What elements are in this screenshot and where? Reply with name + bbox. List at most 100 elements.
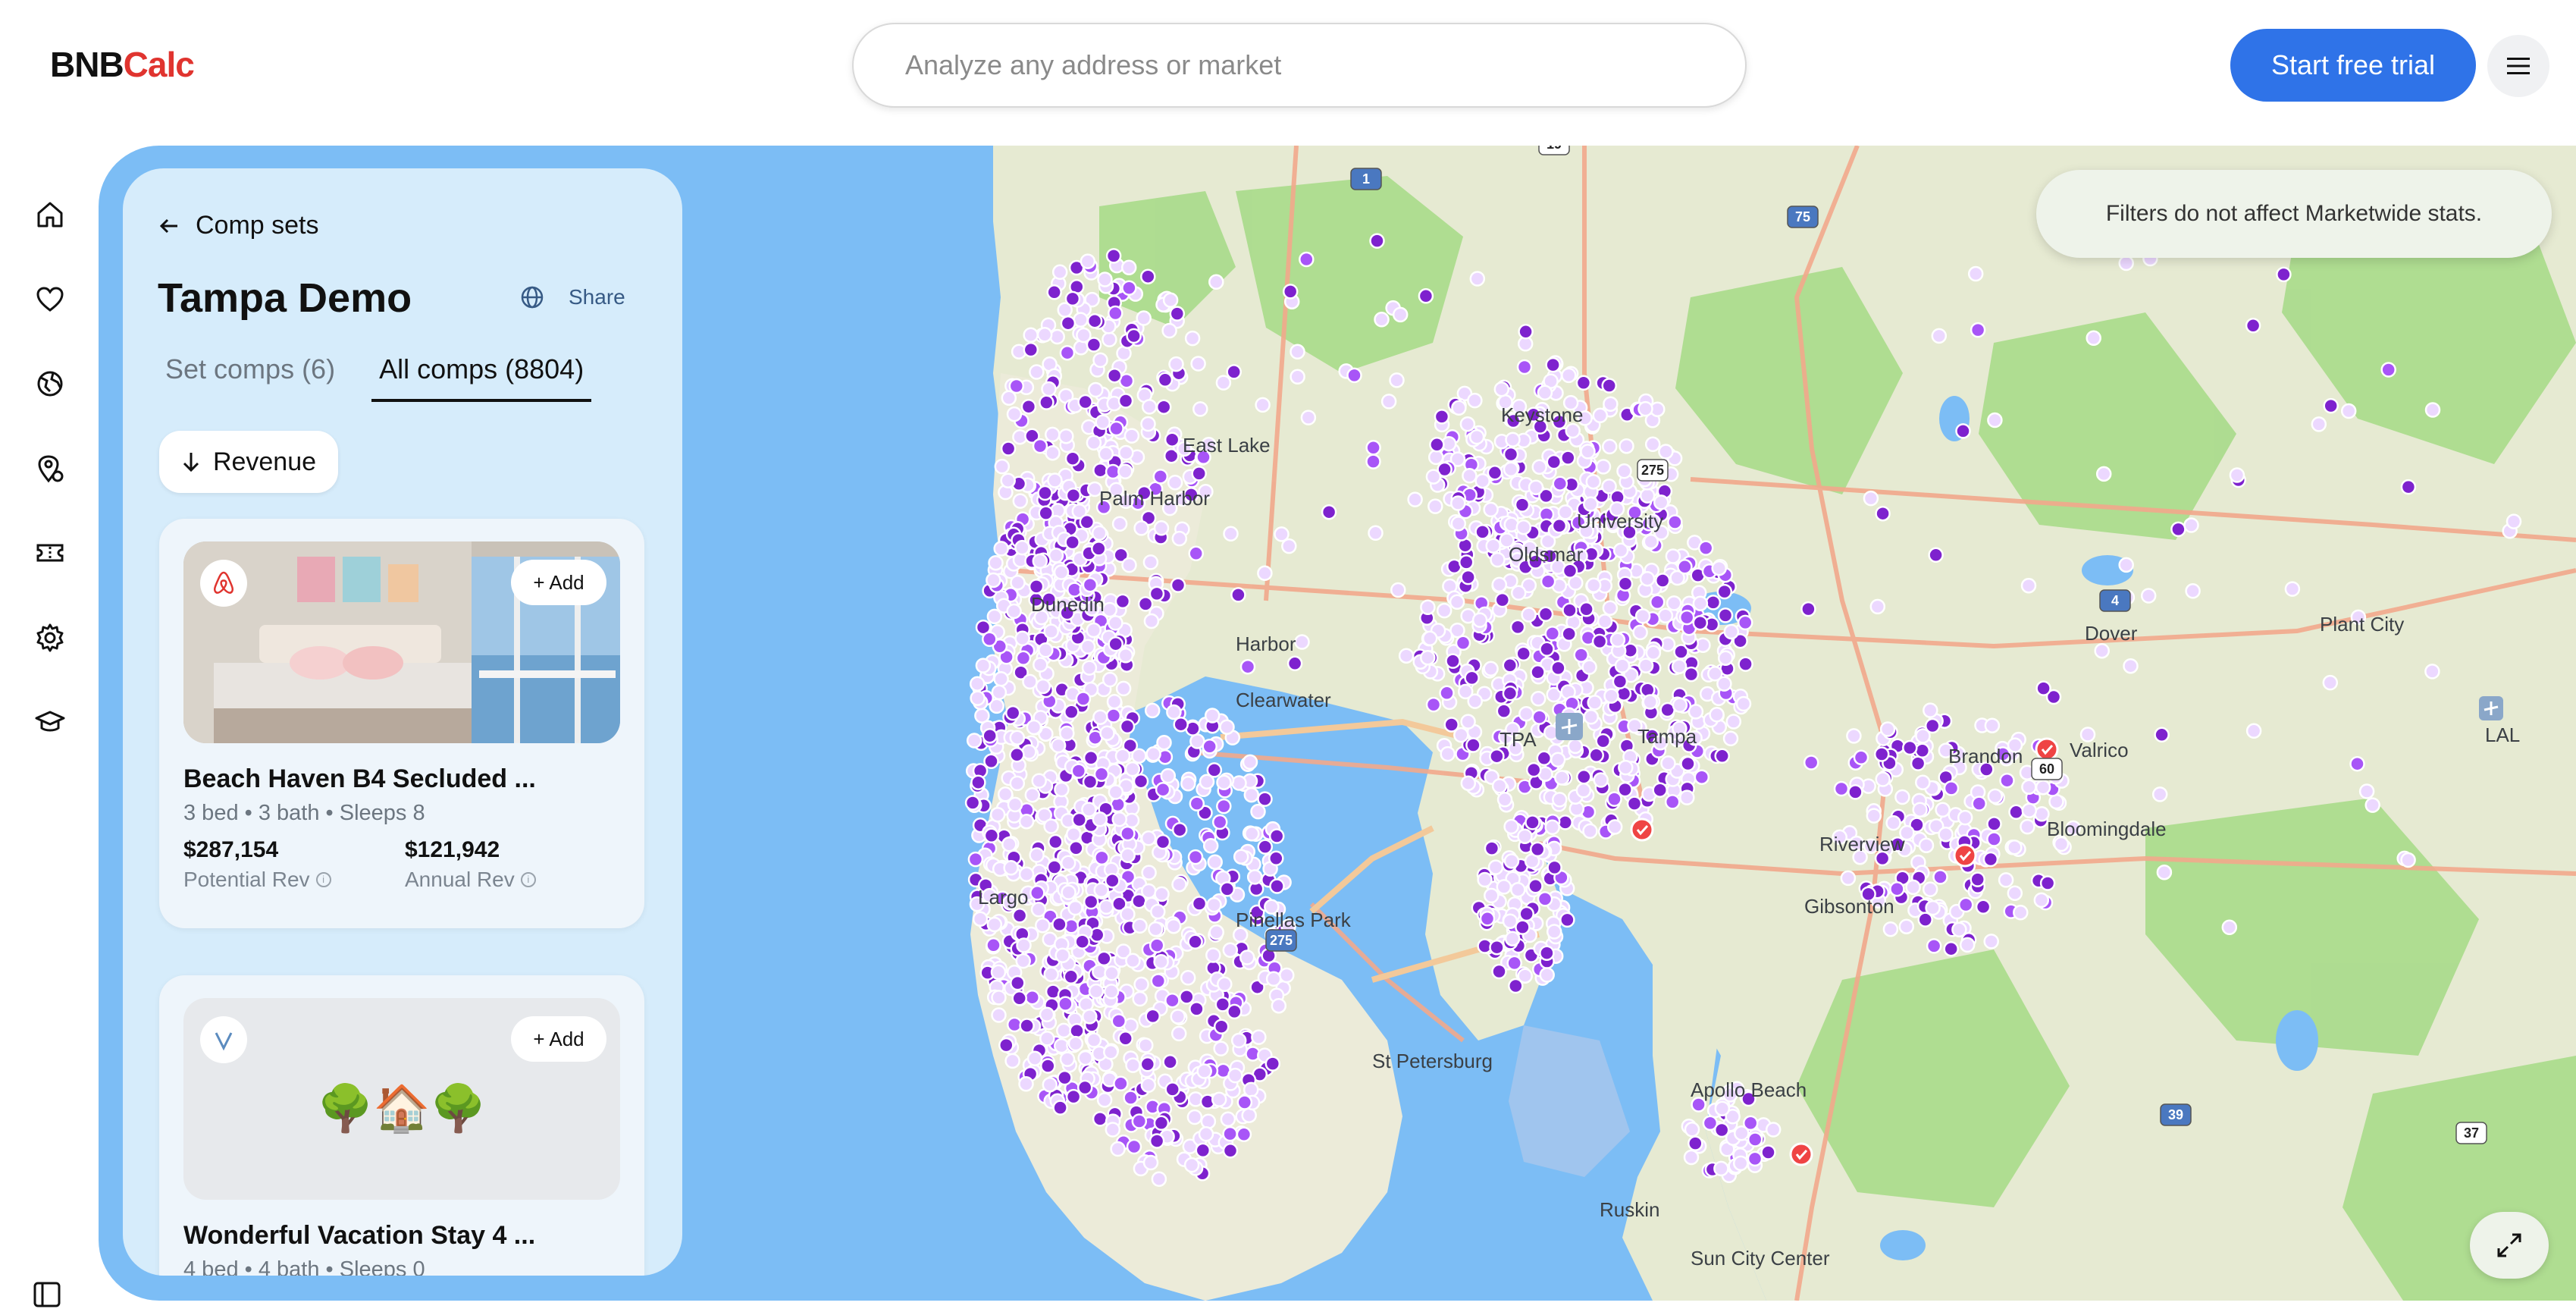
listing-marker[interactable] (1705, 595, 1722, 610)
listing-marker[interactable] (1537, 606, 1554, 623)
listing-marker[interactable] (1081, 660, 1098, 676)
listing-marker[interactable] (1915, 774, 1931, 790)
listing-marker[interactable] (1230, 587, 1246, 603)
listing-marker[interactable] (1105, 248, 1122, 264)
listing-marker[interactable] (1489, 748, 1505, 764)
listing-marker[interactable] (1725, 714, 1742, 730)
listing-marker[interactable] (982, 727, 998, 744)
listing-marker[interactable] (1528, 878, 1543, 894)
listing-marker[interactable] (1096, 1092, 1113, 1108)
listing-marker[interactable] (2424, 664, 2440, 680)
listing-marker[interactable] (1504, 931, 1521, 946)
listing-marker[interactable] (1554, 770, 1570, 786)
listing-marker[interactable] (1081, 802, 1097, 818)
listing-marker[interactable] (1142, 1154, 1159, 1171)
listing-marker[interactable] (1231, 775, 1247, 791)
listing-marker[interactable] (1346, 367, 1362, 384)
listing-marker[interactable] (1521, 607, 1537, 623)
listing-marker[interactable] (1477, 871, 1493, 888)
listing-marker[interactable] (1080, 639, 1096, 655)
share-button[interactable]: Share (520, 285, 625, 309)
listing-marker[interactable] (1140, 1077, 1157, 1094)
listing-marker[interactable] (2276, 266, 2292, 283)
markets-nav-button[interactable] (33, 367, 67, 400)
listing-marker[interactable] (1910, 755, 1926, 771)
listing-marker[interactable] (1251, 1029, 1267, 1045)
listing-marker[interactable] (1105, 708, 1122, 723)
listing-marker[interactable] (1244, 826, 1260, 842)
listing-marker[interactable] (1474, 472, 1490, 489)
listing-marker[interactable] (1140, 416, 1156, 432)
listing-marker[interactable] (1465, 737, 1481, 753)
listing-marker[interactable] (1114, 593, 1131, 610)
listing-marker[interactable] (1022, 673, 1038, 690)
listing-photo[interactable]: + Add (183, 541, 620, 743)
listing-marker[interactable] (1268, 828, 1285, 844)
listing-marker[interactable] (998, 1037, 1014, 1053)
listing-marker[interactable] (1204, 708, 1221, 723)
listing-marker[interactable] (967, 851, 984, 868)
listing-marker[interactable] (1365, 440, 1381, 456)
listing-marker[interactable] (1639, 570, 1656, 587)
listing-marker[interactable] (1189, 1001, 1205, 1017)
listing-marker[interactable] (1065, 826, 1082, 843)
listing-marker[interactable] (1664, 794, 1681, 810)
listing-marker[interactable] (2035, 680, 2051, 696)
listing-marker[interactable] (1132, 990, 1148, 1007)
listing-marker[interactable] (1601, 378, 1617, 394)
listing-marker[interactable] (975, 658, 992, 673)
listing-marker[interactable] (1932, 869, 1948, 885)
listing-marker[interactable] (1269, 878, 1285, 894)
listing-marker[interactable] (1035, 917, 1051, 934)
listing-card[interactable]: + Add Beach Haven B4 Secluded ... 3 bed … (159, 519, 644, 928)
listing-marker[interactable] (1923, 702, 1938, 718)
listing-marker[interactable] (1150, 903, 1166, 920)
listing-marker[interactable] (986, 937, 1001, 953)
listing-marker[interactable] (1420, 599, 1436, 615)
listing-marker[interactable] (1219, 881, 1236, 897)
listing-marker[interactable] (1562, 602, 1578, 618)
listing-marker[interactable] (1111, 516, 1128, 532)
listing-marker[interactable] (1161, 322, 1177, 339)
listing-marker[interactable] (1626, 796, 1643, 811)
listing-marker[interactable] (2380, 362, 2396, 378)
listing-marker[interactable] (1491, 963, 1507, 980)
listing-marker[interactable] (1450, 516, 1467, 532)
listing-marker[interactable] (1045, 444, 1061, 461)
listing-marker[interactable] (1398, 648, 1415, 664)
listing-marker[interactable] (1230, 1032, 1247, 1049)
listing-marker[interactable] (1580, 444, 1596, 460)
listing-marker[interactable] (1658, 444, 1674, 460)
listing-marker[interactable] (1436, 602, 1453, 619)
listing-marker[interactable] (2033, 892, 2050, 909)
listing-marker[interactable] (1064, 704, 1080, 720)
settings-nav-button[interactable] (33, 621, 67, 654)
back-to-comp-sets-link[interactable]: Comp sets (158, 211, 319, 240)
listing-marker[interactable] (1180, 970, 1196, 986)
listing-marker[interactable] (1290, 344, 1305, 360)
listing-marker[interactable] (1943, 780, 1960, 796)
listing-marker[interactable] (1717, 607, 1734, 623)
listing-marker[interactable] (1010, 975, 1026, 991)
listing-marker[interactable] (1166, 704, 1182, 720)
listing-marker[interactable] (1457, 683, 1474, 700)
listing-marker[interactable] (1050, 737, 1067, 754)
listing-marker[interactable] (1136, 310, 1152, 326)
listing-marker[interactable] (986, 572, 1001, 589)
listing-marker[interactable] (1145, 1008, 1161, 1025)
listing-marker[interactable] (1155, 833, 1171, 850)
listing-marker[interactable] (1440, 745, 1456, 762)
listing-marker[interactable] (2020, 818, 2035, 835)
listing-marker[interactable] (1233, 849, 1249, 865)
listing-marker[interactable] (1061, 884, 1076, 900)
listing-marker[interactable] (1271, 997, 1287, 1014)
listing-marker[interactable] (1014, 539, 1030, 556)
listing-marker[interactable] (1004, 705, 1021, 721)
deals-nav-button[interactable] (33, 536, 67, 570)
listing-marker[interactable] (1067, 1035, 1084, 1052)
listing-marker[interactable] (1124, 761, 1141, 777)
listing-marker[interactable] (1024, 989, 1040, 1006)
listing-marker[interactable] (1192, 401, 1208, 417)
listing-marker[interactable] (1449, 594, 1465, 610)
listing-marker[interactable] (1509, 619, 1526, 636)
